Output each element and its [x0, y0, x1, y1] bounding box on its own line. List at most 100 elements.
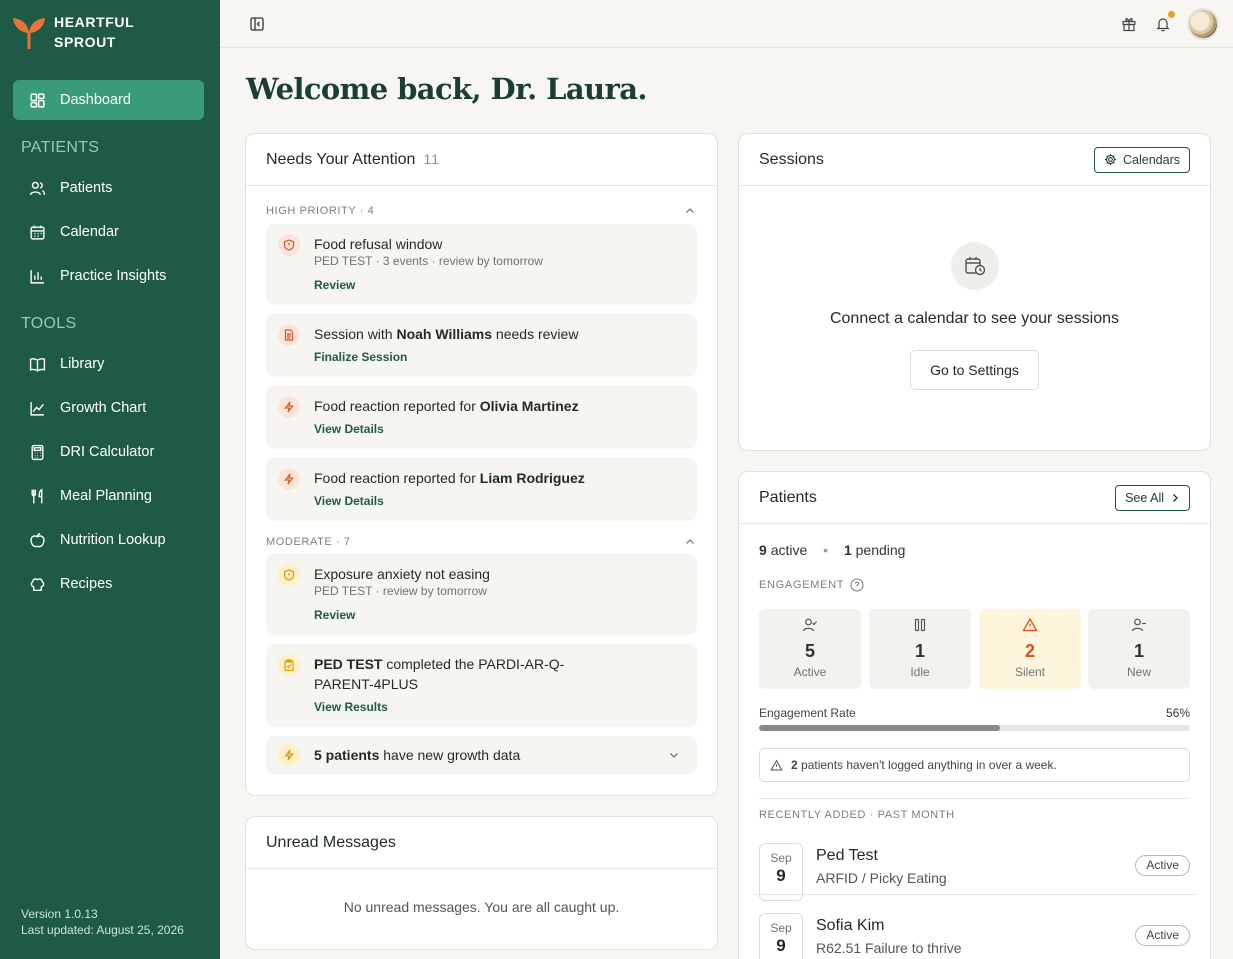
attention-item[interactable]: Session with Noah Williams needs review …	[266, 314, 697, 377]
view-details-link[interactable]: View Details	[314, 494, 384, 508]
sidebar-item-patients[interactable]: Patients	[13, 168, 204, 208]
attention-item[interactable]: Exposure anxiety not easing PED TEST · r…	[266, 554, 697, 635]
sidebar-item-dri-calculator[interactable]: DRI Calculator	[13, 432, 204, 472]
chef-hat-icon	[30, 577, 45, 591]
engagement-rate-fill	[759, 725, 1001, 731]
help-icon[interactable]	[850, 578, 864, 592]
sidebar-item-meal-planning[interactable]: Meal Planning	[13, 476, 204, 516]
patient-name: Sofia Kim	[816, 917, 885, 934]
sessions-card: Sessions Calendars Connect a calendar to…	[738, 133, 1211, 451]
attention-item[interactable]: PED TEST completed the PARDI-AR-Q-PARENT…	[266, 644, 697, 727]
sprout-logo	[12, 13, 46, 51]
view-results-link[interactable]: View Results	[314, 700, 388, 714]
sidebar-toggle-button[interactable]	[247, 14, 267, 34]
attention-item-subtitle: PED TEST · 3 events · review by tomorrow	[314, 254, 543, 268]
sidebar-item-label: Meal Planning	[60, 488, 152, 504]
sidebar-item-label: Dashboard	[60, 92, 131, 108]
attention-text: Session with	[314, 326, 397, 342]
calendar-icon	[30, 225, 45, 240]
attention-card: Needs Your Attention 11 HIGH PRIORITY · 4…	[245, 133, 718, 796]
messages-header: Unread Messages	[246, 817, 717, 869]
attention-item-title: PED TEST completed the PARDI-AR-Q-PARENT…	[314, 654, 594, 694]
brand[interactable]: HEARTFUL SPROUT	[12, 12, 154, 52]
engagement-label: Idle	[910, 665, 930, 679]
finalize-session-link[interactable]: Finalize Session	[314, 350, 407, 364]
attention-text: Food reaction reported for	[314, 470, 480, 486]
calendars-button[interactable]: Calendars	[1094, 146, 1190, 173]
attention-item[interactable]: Food refusal window PED TEST · 3 events …	[266, 224, 697, 305]
engagement-active[interactable]: 5 Active	[759, 609, 861, 689]
patient-name: Ped Test	[816, 847, 878, 864]
sidebar-item-label: Library	[60, 356, 105, 372]
sidebar-item-calendar[interactable]: Calendar	[13, 212, 204, 252]
notification-dot	[1168, 11, 1175, 18]
date-month: Sep	[770, 921, 792, 935]
review-link[interactable]: Review	[314, 608, 355, 622]
gift-button[interactable]	[1119, 14, 1139, 34]
patient-name: Liam Rodriguez	[479, 470, 585, 486]
page-title: Welcome back, Dr. Laura.	[246, 72, 648, 106]
see-all-label: See All	[1125, 490, 1164, 505]
sidebar-item-dashboard[interactable]: Dashboard	[13, 80, 204, 120]
sidebar-item-library[interactable]: Library	[13, 344, 204, 384]
engagement-label: Active	[793, 665, 827, 679]
gear-icon	[1104, 153, 1117, 166]
warning-icon	[770, 759, 783, 770]
pending-label: pending	[855, 542, 906, 558]
date-badge: Sep 9	[759, 843, 803, 901]
attention-item-title: Food refusal window	[314, 236, 443, 252]
patient-counts: 9 active • 1 pending	[759, 542, 905, 558]
engagement-new[interactable]: 1 New	[1088, 609, 1190, 689]
chevron-up-icon[interactable]	[685, 206, 695, 216]
patient-row[interactable]: Sep 9 Sofia Kim R62.51 Failure to thrive…	[753, 905, 1196, 959]
review-link[interactable]: Review	[314, 278, 355, 292]
divider	[759, 798, 1190, 799]
see-all-button[interactable]: See All	[1115, 484, 1190, 511]
grid-icon	[30, 92, 45, 108]
attention-item-growth[interactable]: 5 patients have new growth data	[266, 736, 697, 774]
messages-card: Unread Messages No unread messages. You …	[245, 816, 718, 950]
attention-title-text: Needs Your Attention	[266, 150, 416, 168]
brand-line-1: HEARTFUL	[54, 14, 135, 30]
view-details-link[interactable]: View Details	[314, 422, 384, 436]
user-plus-icon	[1131, 618, 1146, 632]
go-to-settings-button[interactable]: Go to Settings	[910, 350, 1039, 390]
date-month: Sep	[770, 851, 792, 865]
patient-diagnosis: R62.51 Failure to thrive	[816, 940, 962, 956]
engagement-label: ENGAGEMENT	[759, 579, 845, 591]
sidebar-item-label: Growth Chart	[60, 400, 147, 416]
sidebar-item-label: DRI Calculator	[60, 444, 155, 460]
sessions-empty-text: Connect a calendar to see your sessions	[829, 310, 1120, 327]
chevron-up-icon[interactable]	[685, 537, 695, 547]
patients-header: Patients See All	[739, 472, 1210, 524]
attention-item[interactable]: Food reaction reported for Liam Rodrigue…	[266, 458, 697, 521]
sidebar: HEARTFUL SPROUT Dashboard PATIENTS Patie…	[0, 0, 220, 959]
document-icon	[278, 324, 300, 346]
date-day: 9	[776, 936, 786, 955]
chevron-down-icon[interactable]	[669, 750, 679, 760]
chevron-right-icon	[1173, 493, 1178, 502]
sidebar-item-recipes[interactable]: Recipes	[13, 564, 204, 604]
attention-count: 11	[423, 150, 440, 167]
clipboard-icon	[278, 654, 300, 676]
sidebar-item-practice-insights[interactable]: Practice Insights	[13, 256, 204, 296]
engagement-value: 2	[1024, 641, 1035, 661]
patient-row[interactable]: Sep 9 Ped Test ARFID / Picky Eating Acti…	[753, 835, 1196, 901]
attention-item-title: Exposure anxiety not easing	[314, 566, 490, 582]
utensils-icon	[31, 487, 43, 503]
sidebar-item-label: Patients	[60, 180, 113, 196]
shield-alert-icon	[278, 564, 300, 586]
attention-title: Needs Your Attention 11	[266, 151, 440, 169]
avatar[interactable]	[1187, 8, 1219, 40]
sidebar-item-label: Practice Insights	[60, 268, 167, 284]
pause-icon	[914, 618, 926, 632]
sidebar-item-growth-chart[interactable]: Growth Chart	[13, 388, 204, 428]
sidebar-item-label: Calendar	[60, 224, 119, 240]
sidebar-item-nutrition-lookup[interactable]: Nutrition Lookup	[13, 520, 204, 560]
active-label: active	[770, 542, 808, 558]
attention-item[interactable]: Food reaction reported for Olivia Martin…	[266, 386, 697, 449]
patients-title: Patients	[759, 488, 817, 506]
engagement-silent[interactable]: 2 Silent	[979, 609, 1081, 689]
attention-item-title: Session with Noah Williams needs review	[314, 324, 684, 344]
engagement-idle[interactable]: 1 Idle	[869, 609, 971, 689]
